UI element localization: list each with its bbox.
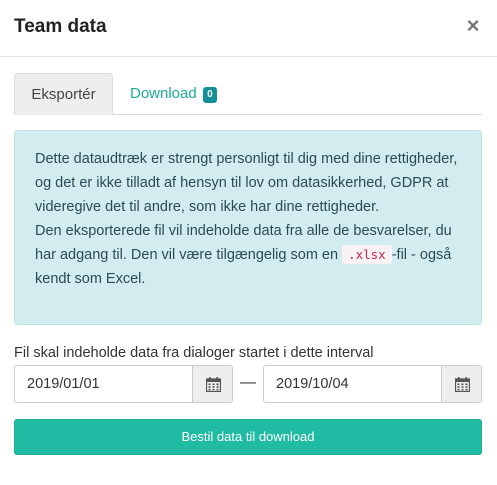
date-from-input[interactable] bbox=[14, 365, 192, 403]
tab-download[interactable]: Download 0 bbox=[114, 73, 233, 115]
order-download-button[interactable]: Bestil data til download bbox=[14, 419, 482, 455]
date-to-input[interactable] bbox=[263, 365, 441, 403]
modal-header: Team data × bbox=[0, 0, 497, 57]
date-from-group bbox=[14, 365, 233, 403]
tab-eksporter[interactable]: Eksportér bbox=[14, 73, 113, 115]
close-icon[interactable]: × bbox=[465, 15, 481, 37]
download-count-badge: 0 bbox=[202, 87, 217, 103]
calendar-icon bbox=[455, 377, 470, 392]
date-to-calendar-button[interactable] bbox=[441, 365, 482, 403]
info-text-export: Den eksporterede fil vil indeholde data … bbox=[35, 219, 461, 291]
tab-download-label: Download bbox=[130, 85, 197, 102]
calendar-icon bbox=[206, 377, 221, 392]
team-data-modal: Team data × Eksportér Download 0 Dette d… bbox=[0, 0, 497, 485]
date-from-calendar-button[interactable] bbox=[192, 365, 233, 403]
info-text-privacy: Dette dataudtræk er strengt personligt t… bbox=[35, 151, 458, 215]
modal-title: Team data bbox=[14, 16, 107, 37]
file-extension-code: .xlsx bbox=[342, 245, 392, 264]
date-range-separator: — bbox=[240, 374, 256, 391]
tab-eksporter-label: Eksportér bbox=[31, 86, 96, 103]
date-to-group bbox=[263, 365, 482, 403]
interval-label: Fil skal indeholde data fra dialoger sta… bbox=[14, 345, 374, 361]
tab-bar: Eksportér Download 0 bbox=[14, 73, 482, 115]
info-alert: Dette dataudtræk er strengt personligt t… bbox=[14, 130, 482, 325]
